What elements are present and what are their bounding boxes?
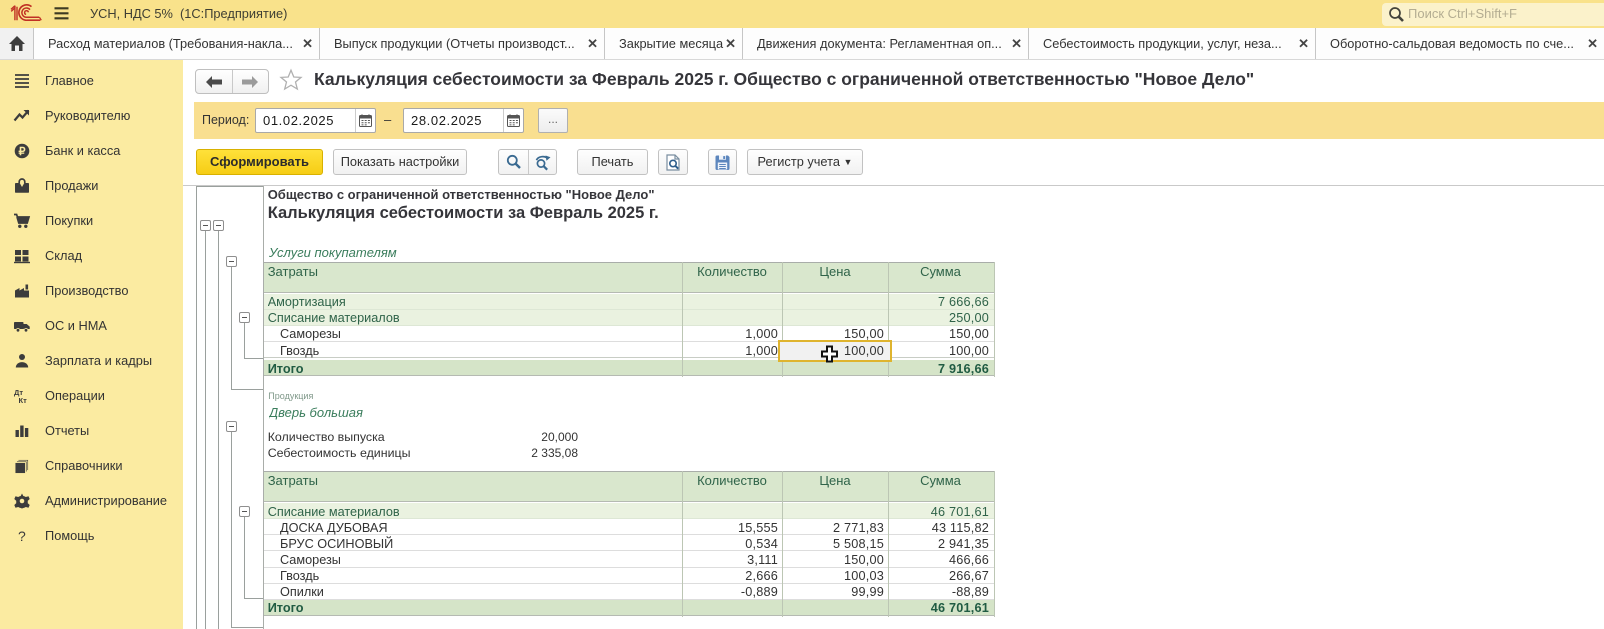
svg-text:?: ? [18,528,26,544]
svg-text:₽: ₽ [19,146,26,158]
svg-text:Кт: Кт [19,396,28,405]
